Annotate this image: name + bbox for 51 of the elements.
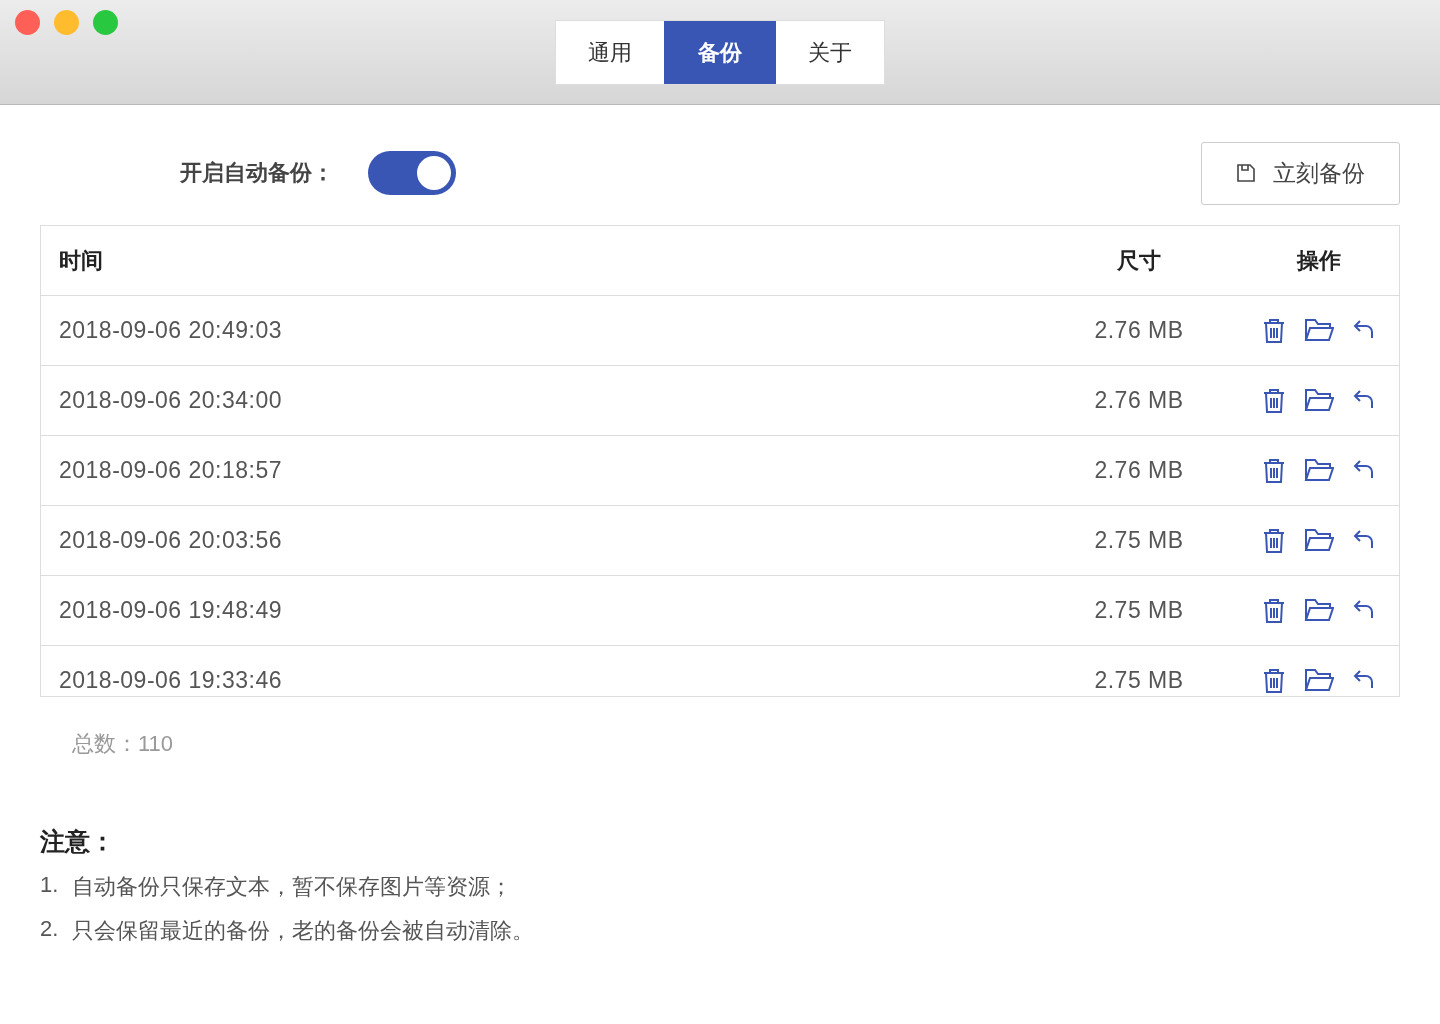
size-cell-text: 2.76 MB (1093, 317, 1185, 344)
open-folder-button[interactable] (1304, 457, 1334, 484)
size-cell-text: 2.75 MB (1093, 667, 1185, 694)
open-folder-button[interactable] (1304, 317, 1334, 344)
time-cell-text: 2018-09-06 20:49:03 (58, 317, 284, 344)
column-header: 尺寸 (1116, 246, 1162, 275)
open-folder-button[interactable] (1304, 527, 1334, 554)
delete-button[interactable] (1262, 597, 1286, 624)
open-folder-button[interactable] (1304, 667, 1334, 694)
open-folder-button[interactable] (1304, 387, 1334, 414)
folder-icon (1304, 387, 1334, 412)
window-close-button[interactable] (15, 10, 40, 35)
size-cell-text: 2.76 MB (1093, 457, 1185, 484)
delete-button[interactable] (1262, 387, 1286, 414)
time-cell-text: 2018-09-06 19:48:49 (58, 597, 284, 624)
note-number: 2. (40, 916, 59, 943)
size-cell-text: 2.76 MB (1093, 387, 1185, 414)
trash-icon (1262, 317, 1286, 344)
trash-icon (1262, 387, 1286, 414)
total-count: 总数：110 (72, 730, 175, 758)
delete-button[interactable] (1262, 527, 1286, 554)
size-cell-text: 2.75 MB (1093, 527, 1185, 554)
folder-icon (1304, 457, 1334, 482)
time-cell-text: 2018-09-06 20:34:00 (58, 387, 284, 414)
trash-icon (1262, 527, 1286, 554)
trash-icon (1262, 597, 1286, 624)
delete-button[interactable] (1262, 457, 1286, 484)
delete-button[interactable] (1262, 317, 1286, 344)
note-number: 1. (40, 872, 59, 899)
open-folder-button[interactable] (1304, 597, 1334, 624)
folder-icon (1304, 317, 1334, 342)
trash-icon (1262, 667, 1286, 694)
delete-button[interactable] (1262, 667, 1286, 694)
column-header: 操作 (1297, 246, 1341, 275)
time-cell-text: 2018-09-06 20:03:56 (58, 527, 284, 554)
column-header: 时间 (58, 246, 104, 275)
notes-title: 注意： (40, 826, 116, 857)
trash-icon (1262, 457, 1286, 484)
time-cell-text: 2018-09-06 20:18:57 (58, 457, 284, 484)
folder-icon (1304, 667, 1334, 692)
auto-backup-toggle[interactable] (368, 151, 456, 195)
folder-icon (1304, 597, 1334, 622)
note-text: 自动备份只保存文本，暂不保存图片等资源； (72, 873, 513, 901)
tab[interactable]: 备份 (664, 21, 776, 84)
save-icon (1236, 164, 1255, 182)
backup-now-button[interactable]: 立刻备份 (1201, 141, 1400, 205)
auto-backup-label: 开启自动备份： (180, 159, 334, 187)
time-cell-text: 2018-09-06 19:33:46 (58, 667, 284, 694)
folder-icon (1304, 527, 1334, 552)
note-text: 只会保留最近的备份，老的备份会被自动清除。 (72, 917, 535, 945)
size-cell-text: 2.75 MB (1093, 597, 1185, 624)
